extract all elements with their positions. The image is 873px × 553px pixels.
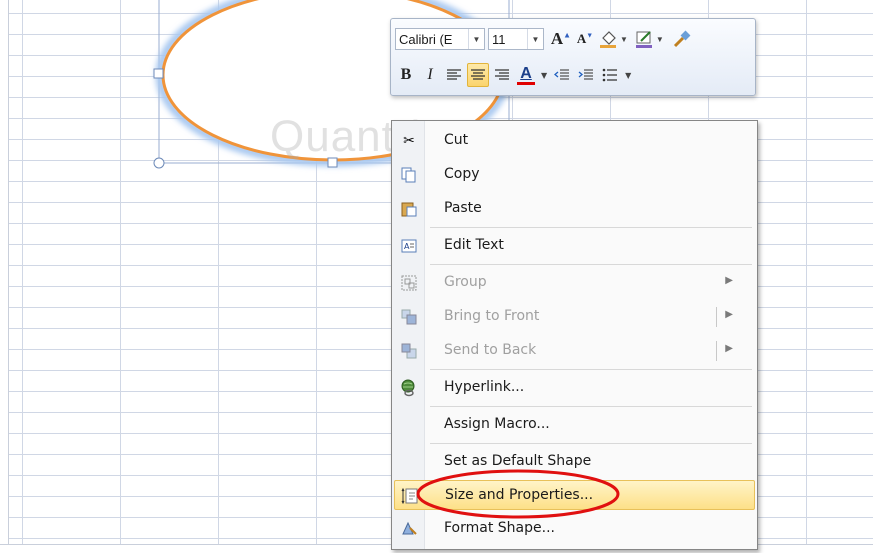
- menu-item-copy[interactable]: Copy: [394, 160, 755, 190]
- format-painter-icon: [673, 30, 691, 48]
- align-center-button[interactable]: [467, 63, 489, 87]
- split-divider: [716, 307, 717, 327]
- group-icon: [400, 274, 418, 292]
- context-menu: ✂ Cut Copy Paste A Edit Text Group ▶ Bri…: [391, 120, 758, 550]
- align-right-button[interactable]: [491, 63, 513, 87]
- format-shape-icon: [400, 520, 418, 538]
- menu-item-size-and-properties[interactable]: Size and Properties...: [394, 480, 755, 510]
- menu-item-label: Send to Back: [444, 342, 537, 358]
- paste-icon: [400, 200, 418, 218]
- menu-item-paste[interactable]: Paste: [394, 194, 755, 224]
- menu-separator: [430, 264, 752, 265]
- menu-item-label: Group: [444, 274, 487, 290]
- menu-item-label: Copy: [444, 166, 480, 182]
- menu-item-format-shape[interactable]: Format Shape...: [394, 514, 755, 544]
- align-right-icon: [495, 69, 509, 80]
- menu-item-assign-macro[interactable]: Assign Macro...: [394, 410, 755, 440]
- hyperlink-icon: [400, 379, 418, 397]
- increase-font-size-button[interactable]: A▲: [550, 27, 572, 51]
- format-painter-button[interactable]: [670, 27, 692, 51]
- font-name-combo[interactable]: Calibri (E ▼: [395, 28, 485, 50]
- submenu-arrow-icon: ▶: [725, 275, 733, 286]
- menu-item-label: Format Shape...: [444, 520, 555, 536]
- font-size-value: 11: [492, 31, 506, 47]
- increase-indent-icon: [578, 69, 594, 80]
- increase-indent-button[interactable]: [575, 63, 597, 87]
- submenu-arrow-icon[interactable]: ▶: [725, 343, 733, 354]
- menu-item-hyperlink[interactable]: Hyperlink...: [394, 373, 755, 403]
- chevron-down-icon[interactable]: ▼: [468, 29, 484, 49]
- menu-item-cut[interactable]: ✂ Cut: [394, 126, 755, 156]
- menu-item-label: Bring to Front: [444, 308, 540, 324]
- menu-separator: [430, 369, 752, 370]
- pen-line-icon: [635, 31, 652, 48]
- scissors-icon: ✂: [403, 133, 415, 149]
- menu-item-set-default-shape[interactable]: Set as Default Shape: [394, 447, 755, 477]
- chevron-down-icon[interactable]: ▼: [656, 35, 664, 44]
- chevron-down-icon[interactable]: ▼: [541, 71, 547, 80]
- increase-font-size-icon: A▲: [550, 29, 572, 48]
- align-left-button[interactable]: [443, 63, 465, 87]
- menu-item-label: Size and Properties...: [445, 487, 594, 503]
- line-color-button[interactable]: ▼: [634, 27, 668, 51]
- font-color-swatch: [517, 81, 535, 85]
- menu-item-label: Set as Default Shape: [444, 453, 592, 469]
- mini-toolbar: Calibri (E ▼ 11 ▼ A▲ A▼ ▼ ▼ B I A ▼ ▼: [390, 18, 756, 96]
- send-to-back-icon: [400, 342, 418, 360]
- decrease-font-size-button[interactable]: A▼: [574, 27, 596, 51]
- menu-item-label: Paste: [444, 200, 482, 216]
- menu-item-label: Cut: [444, 132, 469, 148]
- mini-toolbar-row-2: B I A ▼ ▼: [395, 61, 635, 89]
- bold-button[interactable]: B: [395, 63, 417, 87]
- font-name-value: Calibri (E: [399, 31, 453, 47]
- font-color-icon: A: [520, 64, 532, 82]
- menu-item-edit-text[interactable]: A Edit Text: [394, 231, 755, 261]
- chevron-down-icon[interactable]: ▼: [620, 35, 628, 44]
- decrease-indent-icon: [554, 69, 570, 80]
- font-size-combo[interactable]: 11 ▼: [488, 28, 544, 50]
- bullets-icon: [602, 68, 618, 82]
- chevron-down-icon[interactable]: ▼: [527, 29, 543, 49]
- edit-text-icon: A: [400, 237, 418, 255]
- menu-item-label: Assign Macro...: [444, 416, 550, 432]
- menu-item-bring-to-front[interactable]: Bring to Front ▶: [394, 302, 755, 332]
- fill-color-button[interactable]: ▼: [598, 27, 632, 51]
- bring-to-front-icon: [400, 308, 418, 326]
- decrease-font-size-icon: A▼: [576, 31, 594, 46]
- paint-bucket-icon: [600, 31, 616, 48]
- copy-icon: [400, 166, 418, 184]
- split-divider: [716, 341, 717, 361]
- svg-text:A: A: [404, 242, 410, 251]
- resize-handle-bottom-left[interactable]: [153, 157, 165, 169]
- size-properties-icon: [401, 487, 419, 505]
- menu-item-group[interactable]: Group ▶: [394, 268, 755, 298]
- menu-separator: [430, 227, 752, 228]
- align-left-icon: [447, 69, 461, 80]
- font-color-button[interactable]: A: [515, 63, 537, 87]
- decrease-indent-button[interactable]: [551, 63, 573, 87]
- menu-item-send-to-back[interactable]: Send to Back ▶: [394, 336, 755, 366]
- menu-separator: [430, 443, 752, 444]
- submenu-arrow-icon[interactable]: ▶: [725, 309, 733, 320]
- menu-separator: [430, 406, 752, 407]
- menu-item-label: Hyperlink...: [444, 379, 525, 395]
- bullets-button[interactable]: [599, 63, 621, 87]
- italic-button[interactable]: I: [419, 63, 441, 87]
- menu-item-label: Edit Text: [444, 237, 504, 253]
- align-center-icon: [471, 69, 485, 80]
- chevron-down-icon[interactable]: ▼: [625, 71, 631, 80]
- resize-handle-left[interactable]: [153, 68, 164, 79]
- mini-toolbar-row-1: Calibri (E ▼ 11 ▼ A▲ A▼ ▼ ▼: [395, 25, 694, 53]
